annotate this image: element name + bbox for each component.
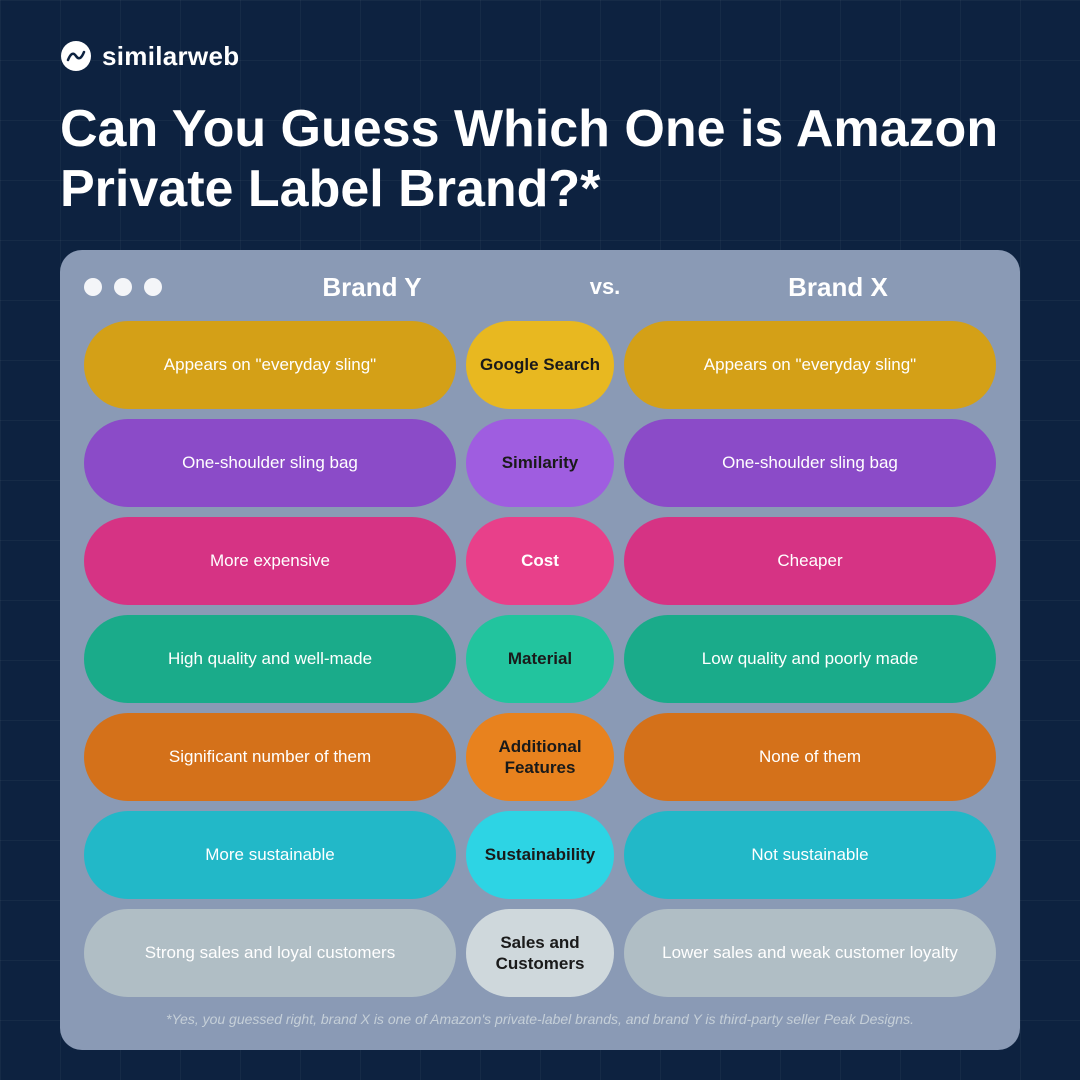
material-right: Low quality and poorly made (624, 615, 996, 703)
row-sales: Strong sales and loyal customers Sales a… (84, 909, 996, 997)
material-left: High quality and well-made (84, 615, 456, 703)
brand-y-label: Brand Y (214, 272, 530, 303)
brand-labels: Brand Y vs. Brand X (174, 272, 996, 303)
similarweb-logo-icon (60, 40, 92, 72)
row-sustainability: More sustainable Sustainability Not sust… (84, 811, 996, 899)
row-google: Appears on "everyday sling" Google Searc… (84, 321, 996, 409)
sustainability-right: Not sustainable (624, 811, 996, 899)
rows-container: Appears on "everyday sling" Google Searc… (84, 321, 996, 997)
header: similarweb (60, 40, 1020, 72)
google-left: Appears on "everyday sling" (84, 321, 456, 409)
dot-1 (84, 278, 102, 296)
google-right: Appears on "everyday sling" (624, 321, 996, 409)
main-title: Can You Guess Which One is Amazon Privat… (60, 100, 1020, 220)
dot-2 (114, 278, 132, 296)
row-material: High quality and well-made Material Low … (84, 615, 996, 703)
logo-text: similarweb (102, 41, 239, 72)
material-center: Material (466, 615, 614, 703)
dot-3 (144, 278, 162, 296)
row-cost: More expensive Cost Cheaper (84, 517, 996, 605)
comparison-card: Brand Y vs. Brand X Appears on "everyday… (60, 250, 1020, 1050)
similarity-left: One-shoulder sling bag (84, 419, 456, 507)
cost-right: Cheaper (624, 517, 996, 605)
features-left: Significant number of them (84, 713, 456, 801)
features-right: None of them (624, 713, 996, 801)
brand-x-label: Brand X (680, 272, 996, 303)
similarity-center: Similarity (466, 419, 614, 507)
sales-center: Sales and Customers (466, 909, 614, 997)
cost-center: Cost (466, 517, 614, 605)
google-center: Google Search (466, 321, 614, 409)
row-similarity: One-shoulder sling bag Similarity One-sh… (84, 419, 996, 507)
sales-left: Strong sales and loyal customers (84, 909, 456, 997)
similarity-right: One-shoulder sling bag (624, 419, 996, 507)
vs-label: vs. (530, 274, 680, 300)
sales-right: Lower sales and weak customer loyalty (624, 909, 996, 997)
card-header: Brand Y vs. Brand X (84, 272, 996, 303)
row-features: Significant number of them Additional Fe… (84, 713, 996, 801)
footnote: *Yes, you guessed right, brand X is one … (84, 1009, 996, 1030)
cost-left: More expensive (84, 517, 456, 605)
sustainability-left: More sustainable (84, 811, 456, 899)
features-center: Additional Features (466, 713, 614, 801)
sustainability-center: Sustainability (466, 811, 614, 899)
